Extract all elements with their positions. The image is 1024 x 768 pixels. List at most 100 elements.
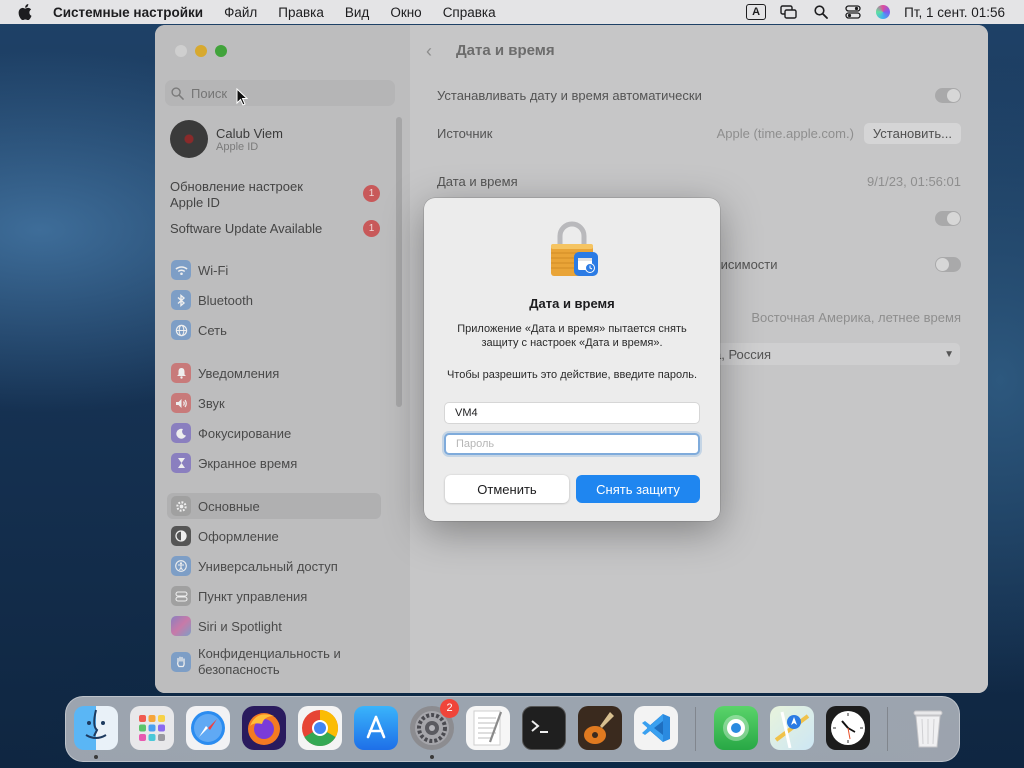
dock-separator [695,707,696,751]
search-icon [171,86,185,100]
chrome-dock-icon[interactable] [298,706,342,750]
notification-badge: 1 [363,185,380,202]
location-timezone-toggle[interactable] [935,256,961,272]
dialog-prompt: Чтобы разрешить это действие, введите па… [446,369,698,381]
back-chevron-icon[interactable]: ‹ [426,41,432,62]
garageband-dock-icon[interactable] [578,706,622,750]
datetime-label: Дата и время [437,173,518,189]
find-my-dock-icon[interactable] [714,706,758,750]
app-store-dock-icon[interactable] [354,706,398,750]
control-center-icon[interactable] [844,4,862,20]
spotlight-search-icon[interactable] [812,4,830,20]
sidebar-search[interactable] [165,80,395,106]
dock: 2 [65,696,960,762]
sidebar-item-bluetooth[interactable]: Bluetooth [167,287,381,313]
password-field[interactable] [456,438,676,450]
finder-dock-icon[interactable] [74,706,118,750]
sidebar-item-focus[interactable]: Фокусирование [167,420,381,446]
trash-dock-icon[interactable] [906,706,950,750]
notification-apple-id-update[interactable]: Обновление настроек Apple ID 1 [170,179,380,211]
sidebar-item-sound[interactable]: Звук [167,390,381,416]
hand-icon [171,652,191,672]
wifi-icon [171,260,191,280]
textedit-dock-icon[interactable] [466,706,510,750]
globe-icon [171,320,191,340]
set-source-button[interactable]: Установить... [863,122,961,144]
apple-menu-icon[interactable] [18,4,36,20]
sidebar-item-network[interactable]: Сеть [167,317,381,343]
sidebar-item-label: Wi-Fi [198,262,229,278]
vscode-dock-icon[interactable] [634,706,678,750]
menu-bar: Системные настройки Файл Правка Вид Окно… [0,0,1024,24]
screen-mirroring-icon[interactable] [780,4,798,20]
safari-dock-icon[interactable] [186,706,230,750]
notification-label: Software Update Available [170,221,323,236]
menu-edit[interactable]: Правка [278,5,324,20]
sidebar-item-screen-time[interactable]: Экранное время [167,450,381,476]
close-window-button[interactable] [175,45,187,57]
sidebar-scrollbar[interactable] [396,117,402,407]
datetime-value: 9/1/23, 01:56:01 [867,173,961,189]
sidebar-item-notifications[interactable]: Уведомления [167,360,381,386]
sidebar-item-label: Основные [198,498,260,514]
menu-clock[interactable]: Пт, 1 сент. 01:56 [904,5,1005,20]
dialog-message: Приложение «Дата и время» пытается снять… [457,323,687,349]
apple-id-account[interactable]: Calub Viem Apple ID [170,120,283,158]
siri-icon[interactable] [876,5,891,19]
window-controls [175,45,227,57]
source-value: Apple (time.apple.com.) [716,125,854,141]
auto-datetime-label: Устанавливать дату и время автоматически [437,87,702,103]
menu-window[interactable]: Окно [390,5,421,20]
launchpad-dock-icon[interactable] [130,706,174,750]
sidebar-item-label: Siri и Spotlight [198,618,282,634]
source-label: Источник [437,125,493,141]
menu-help[interactable]: Справка [443,5,496,20]
sidebar-item-label: Экранное время [198,455,298,471]
hourglass-icon [171,453,191,473]
sidebar-item-label: Сеть [198,322,227,338]
appearance-icon [171,526,191,546]
notification-software-update[interactable]: Software Update Available 1 [170,220,380,237]
sidebar-item-label: Оформление [198,528,279,544]
input-source-indicator[interactable]: A [746,4,767,20]
running-indicator [430,755,434,759]
auto-datetime-toggle[interactable] [935,87,961,103]
sidebar-item-general[interactable]: Основные [167,493,381,519]
firefox-dock-icon[interactable] [242,706,286,750]
clock-dock-icon[interactable] [826,706,870,750]
sidebar-item-wifi[interactable]: Wi-Fi [167,257,381,283]
page-title: Дата и время [456,42,555,59]
menu-file[interactable]: Файл [224,5,257,20]
avatar [170,120,208,158]
sidebar-item-siri-spotlight[interactable]: Siri и Spotlight [167,613,381,639]
bell-icon [171,363,191,383]
zoom-window-button[interactable] [215,45,227,57]
search-input[interactable] [191,85,381,101]
sidebar-item-privacy-security[interactable]: Конфиденциальность и безопасность [167,645,381,679]
sidebar-item-label: Универсальный доступ [198,558,338,574]
moon-icon [171,423,191,443]
closest-city-select[interactable]: а, Россия ▼ [710,343,960,365]
timezone-auto-toggle[interactable] [935,210,961,226]
terminal-dock-icon[interactable] [522,706,566,750]
notification-badge: 1 [363,220,380,237]
username-field[interactable]: VM4 [444,402,700,424]
menu-view[interactable]: Вид [345,5,369,20]
password-field-container[interactable] [444,433,700,455]
bluetooth-icon [171,290,191,310]
unlock-button[interactable]: Снять защиту [576,475,700,503]
sidebar-item-appearance[interactable]: Оформление [167,523,381,549]
lock-icon [551,221,598,276]
cancel-button[interactable]: Отменить [445,475,569,503]
account-subtitle: Apple ID [216,140,259,153]
sidebar-item-label: Bluetooth [198,292,253,308]
source-row: Источник Apple (time.apple.com.) Установ… [437,119,961,147]
auto-datetime-row: Устанавливать дату и время автоматически [437,81,961,109]
notification-label: Обновление настроек Apple ID [170,179,303,210]
minimize-window-button[interactable] [195,45,207,57]
menu-app-name[interactable]: Системные настройки [53,5,203,20]
sidebar-item-accessibility[interactable]: Универсальный доступ [167,553,381,579]
maps-dock-icon[interactable] [770,706,814,750]
sidebar-item-label: Пункт управления [198,588,308,604]
sidebar-item-control-center[interactable]: Пункт управления [167,583,381,609]
